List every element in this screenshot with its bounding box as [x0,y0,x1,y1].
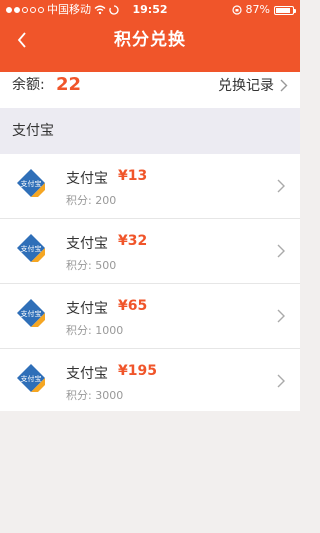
reward-points: 积分: 3000 [66,389,124,402]
reward-name: 支付宝 [66,301,108,317]
reward-item[interactable]: 支付宝 支付宝 ¥65 积分: 1000 [0,284,300,349]
status-right: 87% [231,0,296,20]
back-button[interactable] [8,26,36,54]
exchange-history-link[interactable]: 兑换记录 [218,72,288,98]
reward-name: 支付宝 [66,236,108,252]
reward-price: ¥195 [118,363,157,379]
alipay-logo-icon: 支付宝 [17,364,45,392]
svg-text:支付宝: 支付宝 [21,309,42,318]
reward-price: ¥13 [118,168,148,184]
reward-item[interactable]: 支付宝 支付宝 ¥195 积分: 3000 [0,349,300,411]
chevron-right-icon [277,374,285,388]
balance-label: 余额: [12,77,45,93]
chevron-right-icon [280,79,288,91]
svg-text:支付宝: 支付宝 [21,244,42,253]
reward-price: ¥65 [118,298,148,314]
orientation-lock-icon [231,5,242,15]
alipay-logo-icon: 支付宝 [17,169,45,197]
reward-points: 积分: 500 [66,259,117,272]
section-header: 支付宝 [0,108,300,154]
battery-percent: 87% [245,3,270,16]
battery-icon [274,5,296,15]
header: 中国移动 19:52 87% 积分兑换 [0,0,300,72]
reward-name: 支付宝 [66,171,108,187]
balance-value: 22 [56,74,82,95]
svg-text:支付宝: 支付宝 [21,179,42,188]
reward-item[interactable]: 支付宝 支付宝 ¥13 积分: 200 [0,154,300,219]
reward-name: 支付宝 [66,366,108,382]
reward-item[interactable]: 支付宝 支付宝 ¥32 积分: 500 [0,219,300,284]
status-bar: 中国移动 19:52 87% [0,0,300,20]
chevron-left-icon [17,32,26,48]
alipay-logo-icon: 支付宝 [17,299,45,327]
chevron-right-icon [277,244,285,258]
nav-bar: 积分兑换 [0,20,300,72]
alipay-logo-icon: 支付宝 [17,234,45,262]
exchange-history-label: 兑换记录 [218,78,274,94]
section-title: 支付宝 [12,123,54,139]
balance-row: 余额: 22 兑换记录 [0,72,300,108]
svg-text:支付宝: 支付宝 [21,374,42,383]
reward-points: 积分: 1000 [66,324,124,337]
reward-price: ¥32 [118,233,148,249]
reward-list: 支付宝 支付宝 ¥13 积分: 200 支付宝 支付宝 ¥32 积分: 500 … [0,154,300,411]
page-title: 积分兑换 [114,30,186,50]
reward-points: 积分: 200 [66,194,117,207]
chevron-right-icon [277,179,285,193]
chevron-right-icon [277,309,285,323]
